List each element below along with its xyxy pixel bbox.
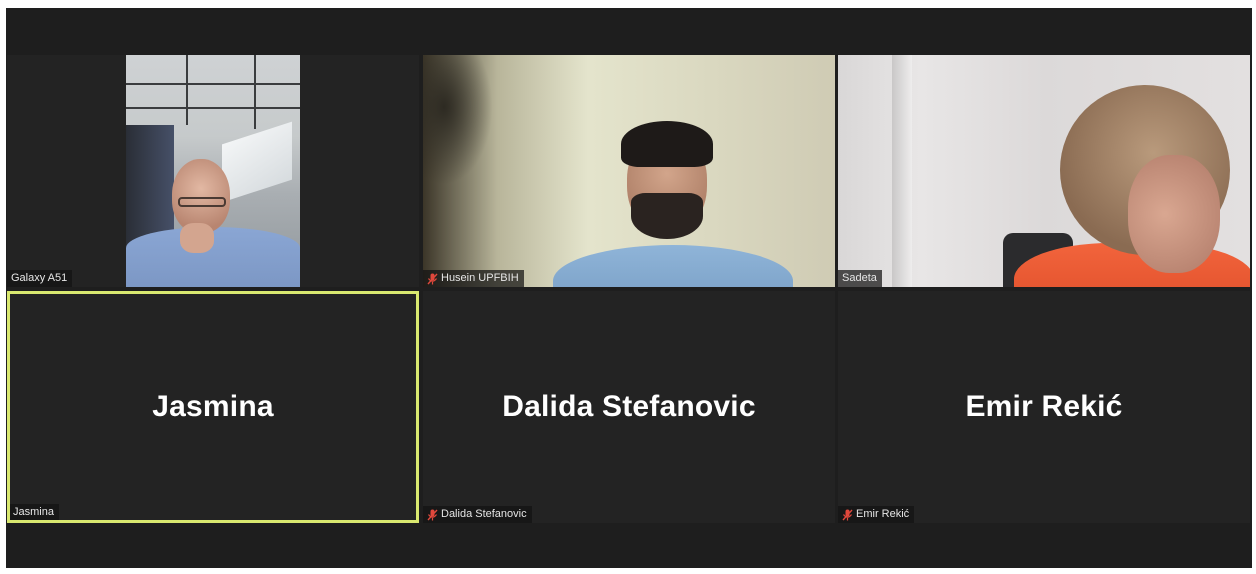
gallery-view: Galaxy A51 Husein UPFBIH Sadeta Jasmina … [6, 55, 1252, 525]
participant-name-tag: Jasmina [10, 504, 59, 520]
participant-video [838, 55, 1250, 287]
participant-tile-emir-rekic[interactable]: Emir Rekić Emir Rekić [838, 291, 1250, 523]
participant-name-tag: Dalida Stefanovic [423, 506, 532, 523]
mic-off-icon [427, 273, 438, 284]
participant-tile-jasmina[interactable]: Jasmina Jasmina [7, 291, 419, 523]
participant-name: Jasmina [13, 506, 54, 518]
participant-name: Dalida Stefanovic [441, 508, 527, 520]
participant-display-name: Dalida Stefanovic [502, 390, 756, 423]
mic-off-icon [427, 509, 438, 520]
meeting-window: Galaxy A51 Husein UPFBIH Sadeta Jasmina … [6, 8, 1252, 568]
mic-off-icon [842, 509, 853, 520]
participant-name: Emir Rekić [856, 508, 910, 520]
participant-name-tag: Husein UPFBIH [423, 270, 524, 287]
participant-name: Husein UPFBIH [441, 272, 519, 284]
participant-name-tag: Galaxy A51 [7, 270, 73, 287]
participant-video [423, 55, 835, 287]
participant-tile-husein-upfbih[interactable]: Husein UPFBIH [423, 55, 835, 287]
participant-tile-galaxy-a51[interactable]: Galaxy A51 [7, 55, 419, 287]
participant-name: Sadeta [842, 272, 877, 284]
participant-name-tag: Sadeta [838, 270, 882, 287]
participant-video [126, 55, 300, 287]
participant-tile-dalida-stefanovic[interactable]: Dalida Stefanovic Dalida Stefanovic [423, 291, 835, 523]
participant-display-name: Jasmina [152, 390, 274, 423]
participant-tile-sadeta[interactable]: Sadeta [838, 55, 1250, 287]
participant-name-tag: Emir Rekić [838, 506, 915, 523]
participant-name: Galaxy A51 [11, 272, 68, 284]
participant-display-name: Emir Rekić [965, 390, 1123, 423]
